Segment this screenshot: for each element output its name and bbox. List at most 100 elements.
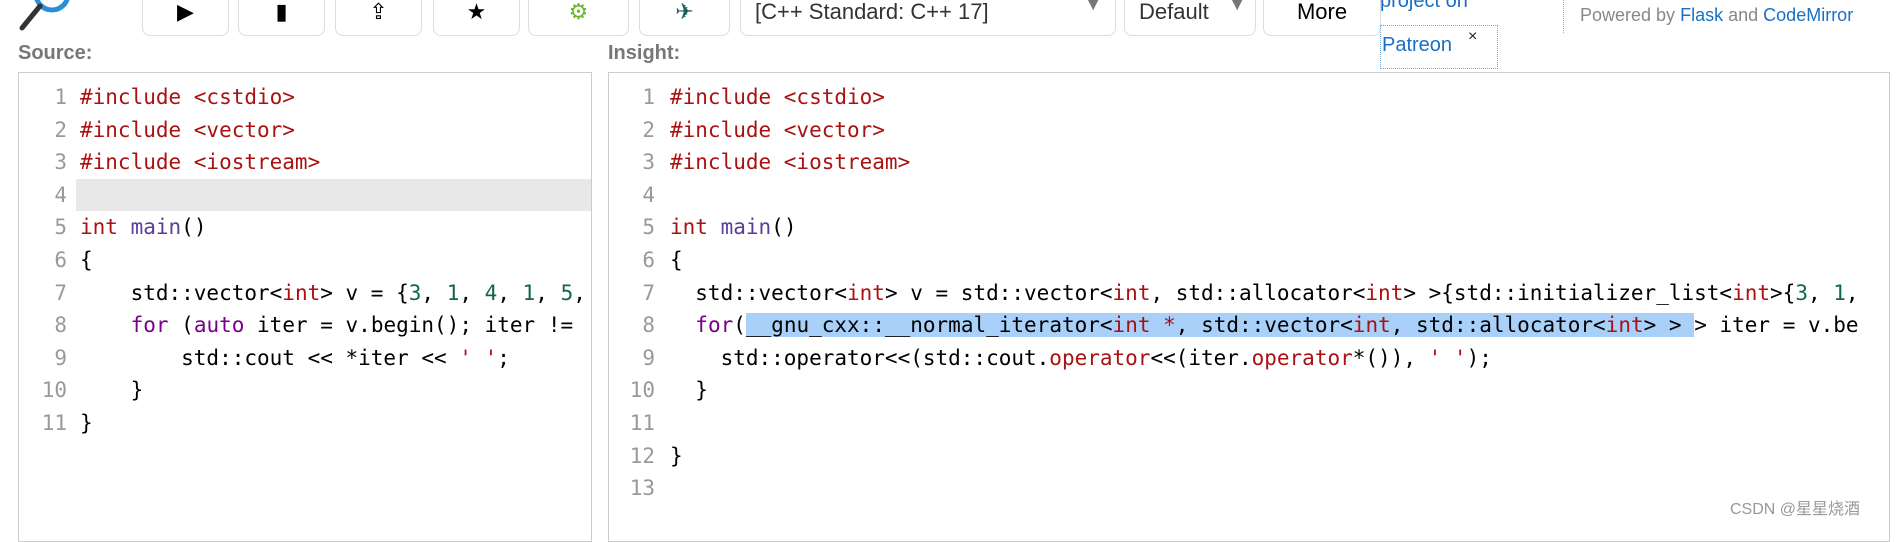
code-token: 3 — [1795, 280, 1808, 305]
code-line: 10 } — [609, 374, 1889, 407]
code-text: std::operator<<(std::cout.operator<<(ite… — [670, 342, 1492, 375]
codemirror-link[interactable]: CodeMirror — [1763, 5, 1853, 25]
line-number: 12 — [629, 443, 655, 468]
line-number: 5 — [642, 215, 655, 240]
code-token: #include <iostream> — [80, 150, 321, 175]
line-number: 1 — [642, 85, 655, 109]
powered-by-text: Powered by — [1580, 5, 1676, 25]
code-line: 13 — [609, 472, 1889, 505]
code-text: std::vector<int> v = {3, 1, 4, 1, 5, — [80, 277, 586, 310]
code-token: std::cout << *iter << — [80, 345, 460, 370]
code-line: 1 #include <cstdio> — [609, 81, 1889, 114]
code-token: , std::allocator< — [1150, 280, 1366, 305]
theme-value: Default — [1139, 0, 1209, 24]
code-token: ( — [168, 313, 194, 338]
code-token: int — [1605, 313, 1644, 338]
code-token: > iter = v.be — [1694, 313, 1859, 338]
code-line: 7 std::vector<int> v = {3, 1, 4, 1, 5, — [19, 277, 591, 310]
code-line: 5 int main() — [609, 211, 1889, 244]
logo[interactable] — [0, 0, 70, 40]
code-text: std::vector<int> v = std::vector<int, st… — [670, 277, 1859, 310]
code-token: int — [1365, 280, 1404, 305]
code-text: for(__gnu_cxx::__normal_iterator<int *, … — [670, 309, 1859, 342]
code-token: } — [670, 443, 683, 468]
code-token: 5 — [560, 280, 574, 305]
code-token: > > — [1643, 313, 1695, 338]
patreon-top-link[interactable]: project on — [1380, 0, 1468, 13]
and-text: and — [1728, 5, 1759, 25]
line-number: 5 — [54, 215, 67, 240]
code-token: int — [80, 215, 118, 240]
line-number: 7 — [642, 280, 655, 305]
dropdown-arrow-icon: ▼ — [1083, 0, 1103, 15]
code-line: 12} — [609, 440, 1889, 473]
active-line-highlight — [76, 178, 591, 212]
code-line: 9 std::cout << *iter << ' '; — [19, 342, 591, 375]
code-token: } — [80, 411, 93, 435]
code-token: >{ — [1770, 280, 1796, 305]
code-token: std::vector< — [670, 280, 848, 305]
code-token: #include <cstdio> — [670, 85, 885, 109]
insight-output[interactable]: 1 #include <cstdio> 2 #include <vector> 3 #in… — [608, 72, 1890, 542]
code-token: #include <vector> — [80, 117, 295, 142]
code-token: #include <vector> — [670, 117, 885, 142]
code-text: } — [670, 374, 708, 407]
code-token: main — [130, 215, 182, 240]
code-token: , std::vector< — [1175, 313, 1353, 338]
line-number: 4 — [54, 182, 67, 207]
code-token: > >{std::initializer_list< — [1403, 280, 1733, 305]
line-number: 3 — [642, 150, 655, 175]
code-line: 2 #include <vector> — [609, 114, 1889, 147]
code-token: () — [771, 215, 797, 240]
code-text: int main() — [80, 211, 206, 244]
code-token: auto — [193, 313, 245, 338]
line-number: 2 — [642, 117, 655, 142]
code-token: int — [1112, 280, 1151, 305]
flask-link[interactable]: Flask — [1680, 5, 1723, 25]
star-button[interactable]: ★ — [433, 0, 520, 36]
gear-button[interactable]: ⚙ — [528, 0, 629, 36]
code-line: 6{ — [19, 244, 591, 277]
code-token: operator — [1049, 345, 1151, 370]
code-text: #include <cstdio> — [670, 81, 885, 114]
upload-icon: ⇪ — [369, 0, 388, 24]
code-token: int — [1732, 280, 1771, 305]
line-number: 3 — [54, 150, 67, 175]
code-token: ( — [733, 313, 746, 338]
cpp-standard-select[interactable]: [C++ Standard: C++ 17] ▼ — [740, 0, 1116, 36]
code-token: , — [497, 280, 523, 305]
divider — [1563, 0, 1564, 33]
play-button[interactable]: ▶ — [142, 0, 229, 36]
patreon-link[interactable]: Patreon — [1382, 34, 1452, 57]
close-icon[interactable]: × — [1468, 28, 1477, 46]
code-token: 1 — [1833, 280, 1846, 305]
file-button[interactable]: ▮ — [238, 0, 325, 36]
code-text: { — [80, 244, 93, 277]
source-editor[interactable]: 1 #include <cstdio> 2 #include <vector> 3 #in… — [18, 72, 592, 542]
gear-icon: ⚙ — [568, 0, 589, 24]
code-text: std::cout << *iter << ' '; — [80, 342, 510, 375]
code-token: for — [130, 313, 169, 338]
line-number: 4 — [642, 182, 655, 207]
upload-button[interactable]: ⇪ — [335, 0, 422, 36]
line-number: 2 — [54, 117, 67, 142]
bird-button[interactable]: ✈ — [639, 0, 730, 36]
code-text: } — [80, 374, 144, 407]
magnifier-logo-icon — [19, 0, 70, 31]
code-token: , — [1845, 280, 1859, 305]
code-line: 8 for (auto iter = v.begin(); iter != — [19, 309, 591, 342]
line-number: 10 — [41, 378, 67, 403]
watermark: CSDN @星星烧酒 — [1730, 501, 1861, 518]
code-token: , — [1807, 280, 1834, 305]
code-text: { — [670, 244, 683, 277]
code-token: std::operator<<(std::cout. — [670, 345, 1050, 370]
code-line: 4 — [19, 178, 591, 212]
code-text: #include <iostream> — [80, 146, 320, 179]
theme-select[interactable]: Default ▼ — [1124, 0, 1256, 36]
line-number: 1 — [54, 85, 67, 109]
code-text: #include <cstdio> — [80, 81, 295, 114]
line-number: 7 — [54, 280, 67, 305]
more-button[interactable]: More — [1263, 0, 1381, 36]
code-token: 1 — [446, 280, 460, 305]
